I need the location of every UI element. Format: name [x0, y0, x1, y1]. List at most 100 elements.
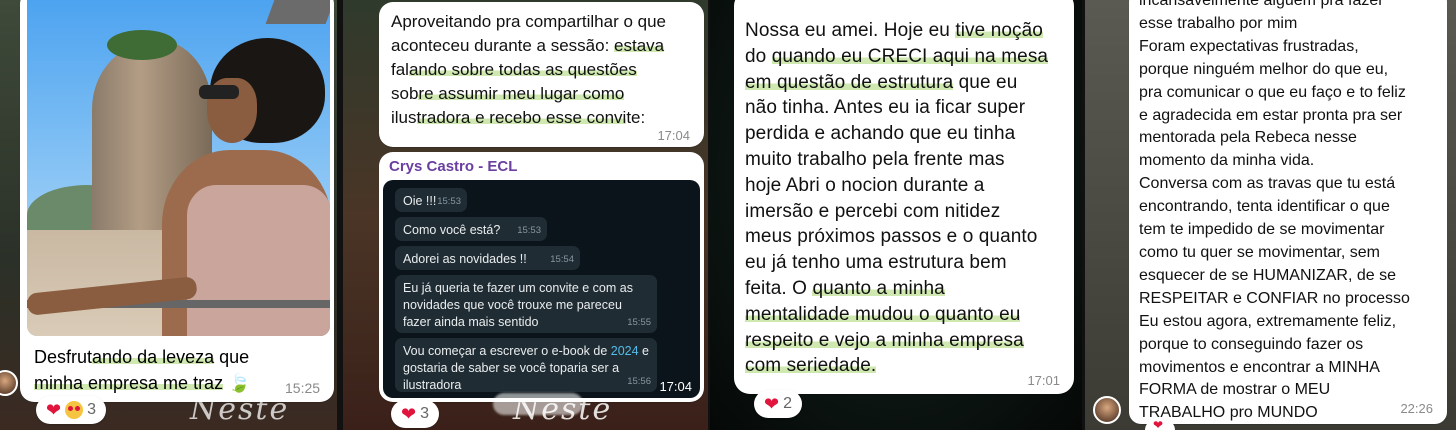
reactions-bar[interactable]: ❤ 3 [36, 396, 106, 424]
message-line: encontrando, tenta identificar o que [1139, 198, 1390, 216]
highlighted-text: re assumir meu lugar como [418, 84, 625, 103]
message-line: pra comunicar o que eu faço e to feliz [1139, 83, 1406, 101]
message-line: Eu estou agora, extremamente feliz, [1139, 312, 1397, 330]
reactions-bar[interactable]: ❤ 2 [754, 390, 802, 418]
text-segment: perdida e achando que eu tinha [745, 123, 1016, 145]
message-line: FORMA de mostrar o MEU [1139, 381, 1331, 399]
message-line: falando sobre todas as questões [391, 58, 696, 82]
text-message-bubble[interactable]: Aproveitando pra compartilhar o que acon… [379, 2, 704, 147]
heart-reaction-icon: ❤ [1153, 418, 1164, 430]
photo-person-top [187, 185, 330, 336]
highlighted-text: quanto a minha [812, 277, 945, 299]
message-line: mentalidade mudou o quanto eu [745, 302, 1070, 328]
text-segment: Nossa eu amei. Hoje eu [745, 20, 956, 41]
message-line: mentorada pela Rebeca nesse [1139, 129, 1357, 147]
inner-message-text: Vou começar a escrever o e-book de [403, 344, 611, 358]
inner-message: Oie !!! 15:53 [395, 188, 467, 212]
inner-message: Como você está? 15:53 [395, 217, 547, 241]
text-segment: te: [626, 108, 646, 127]
message-line: com seriedade. [745, 353, 1070, 379]
message-text: Nossa eu amei. Hoje eu tive noção do qua… [745, 18, 1070, 379]
message-line: esquecer de se HUMANIZAR, de se [1139, 266, 1396, 284]
message-line: RESPEITAR e CONFIAR no processo [1139, 289, 1410, 307]
message-line: Aproveitando pra compartilhar o que [391, 10, 696, 34]
reaction-count: 3 [420, 405, 429, 422]
chat-panel-3: Nossa eu amei. Hoje eu tive noção do qua… [710, 0, 1082, 430]
highlighted-text: respeito e vejo a minha empresa [745, 329, 1024, 351]
reaction-peek[interactable]: ❤ [1145, 418, 1175, 430]
text-message-bubble[interactable]: incansavelmente alguém pra fazer esse tr… [1129, 0, 1447, 424]
year-link[interactable]: 2024 [611, 344, 639, 358]
message-line: e agradecida em estar pronta pra ser [1139, 106, 1403, 124]
message-line: TRABALHO pro MUNDO [1139, 404, 1318, 422]
message-line: sobre assumir meu lugar como [391, 82, 696, 106]
chat-panel-2: Neste Aproveitando pra compartilhar o qu… [343, 0, 708, 430]
text-segment: ilus [391, 108, 417, 127]
message-line: Foram expectativas frustradas, [1139, 37, 1359, 55]
inner-message-time: 15:55 [627, 317, 651, 329]
text-segment: Desfrut [34, 347, 93, 367]
highlighted-text: estava [614, 36, 665, 55]
message-line: feita. O quanto a minha [745, 276, 1070, 302]
heart-eyes-reaction-icon [65, 401, 84, 419]
message-line: aconteceu durante a sessão: estava [391, 34, 696, 58]
text-segment: fal [391, 60, 409, 79]
sender-avatar[interactable] [0, 370, 18, 396]
message-line: porque ninguém melhor do que eu, [1139, 60, 1389, 78]
highlighted-text: tive noção [955, 20, 1043, 41]
message-line: ilustradora e recebo esse convite: [391, 106, 696, 130]
reactions-bar[interactable]: ❤ 3 [391, 400, 439, 428]
message-text: incansavelmente alguém pra fazer esse tr… [1139, 0, 1444, 425]
message-line: eu já tenho uma estrutura bem [745, 250, 1070, 276]
inner-message-text: Como você está? [403, 223, 501, 237]
message-line: Nossa eu amei. Hoje eu tive noção [745, 18, 1070, 44]
text-segment: que [214, 347, 250, 367]
screenshot-time: 17:04 [659, 379, 692, 394]
message-line: Conversa com as travas que tu está [1139, 175, 1396, 193]
message-line-2: minha empresa me traz 🍃 [34, 370, 304, 396]
text-segment: aconteceu durante a sessão: [391, 36, 615, 55]
chat-panel-1: Neste Desfrutando da leveza que minha em… [0, 0, 337, 430]
inner-message-time: 15:56 [627, 376, 651, 388]
message-line: incansavelmente alguém pra fazer [1139, 0, 1384, 9]
message-line: em questão de estrutura que eu [745, 70, 1070, 96]
embedded-chat-screenshot[interactable]: Oie !!! 15:53 Como você está? 15:53 Ador… [383, 180, 700, 398]
heart-reaction-icon: ❤ [46, 399, 62, 420]
message-line: movimentos e encontrar a MINHA [1139, 358, 1380, 376]
text-message-bubble[interactable]: Nossa eu amei. Hoje eu tive noção do qua… [734, 0, 1074, 394]
inner-message-time: 15:54 [550, 254, 574, 266]
text-segment: muito trabalho pela frente mas [745, 148, 1005, 170]
text-segment: hoje Abri o nocion durante a [745, 174, 985, 196]
message-line: esse trabalho por mim [1139, 14, 1298, 32]
highlighted-text: tradora e recebo esse convi [416, 108, 627, 127]
highlighted-text: minha empresa me traz [34, 373, 224, 393]
forwarded-screenshot-bubble[interactable]: Crys Castro - ECL Oie !!! 15:53 Como voc… [379, 152, 704, 402]
message-line: imersão e percebi com nitidez [745, 199, 1070, 225]
highlighted-text: quando eu CRECI aqui na mesa [771, 45, 1049, 67]
text-segment: não tinha. Antes eu ia ficar super [745, 97, 1026, 119]
text-segment: eu já tenho uma estrutura bem [745, 252, 1007, 274]
highlighted-text: ando da leveza [92, 347, 215, 367]
highlighted-text: mentalidade mudou o quanto eu [745, 303, 1021, 325]
message-line: respeito e vejo a minha empresa [745, 328, 1070, 354]
sender-avatar[interactable] [1093, 396, 1121, 424]
message-time: 22:26 [1400, 401, 1433, 416]
message-line: porque to conseguindo fazer os [1139, 335, 1364, 353]
highlighted-text: ando sobre todas as questões [408, 60, 637, 79]
message-text: Desfrutando da leveza que minha empresa … [34, 344, 304, 396]
message-photo[interactable] [27, 0, 330, 336]
message-line: momento da minha vida. [1139, 152, 1315, 170]
message-line-1: Desfrutando da leveza que [34, 344, 304, 370]
heart-reaction-icon: ❤ [764, 393, 780, 414]
text-segment: feita. O [745, 277, 813, 299]
message-line: como tu quer se movimentar, sem [1139, 243, 1380, 261]
photo-roof [265, 0, 330, 24]
message-line: não tinha. Antes eu ia ficar super [745, 95, 1070, 121]
message-time: 17:01 [1027, 373, 1060, 388]
text-segment: do [745, 45, 772, 67]
inner-message-text: Eu já queria te fazer um convite e com a… [403, 281, 633, 329]
message-time: 17:04 [657, 128, 690, 143]
inner-message: Eu já queria te fazer um convite e com a… [395, 275, 657, 333]
chat-panel-4: incansavelmente alguém pra fazer esse tr… [1085, 0, 1456, 430]
message-time: 15:25 [285, 380, 321, 396]
